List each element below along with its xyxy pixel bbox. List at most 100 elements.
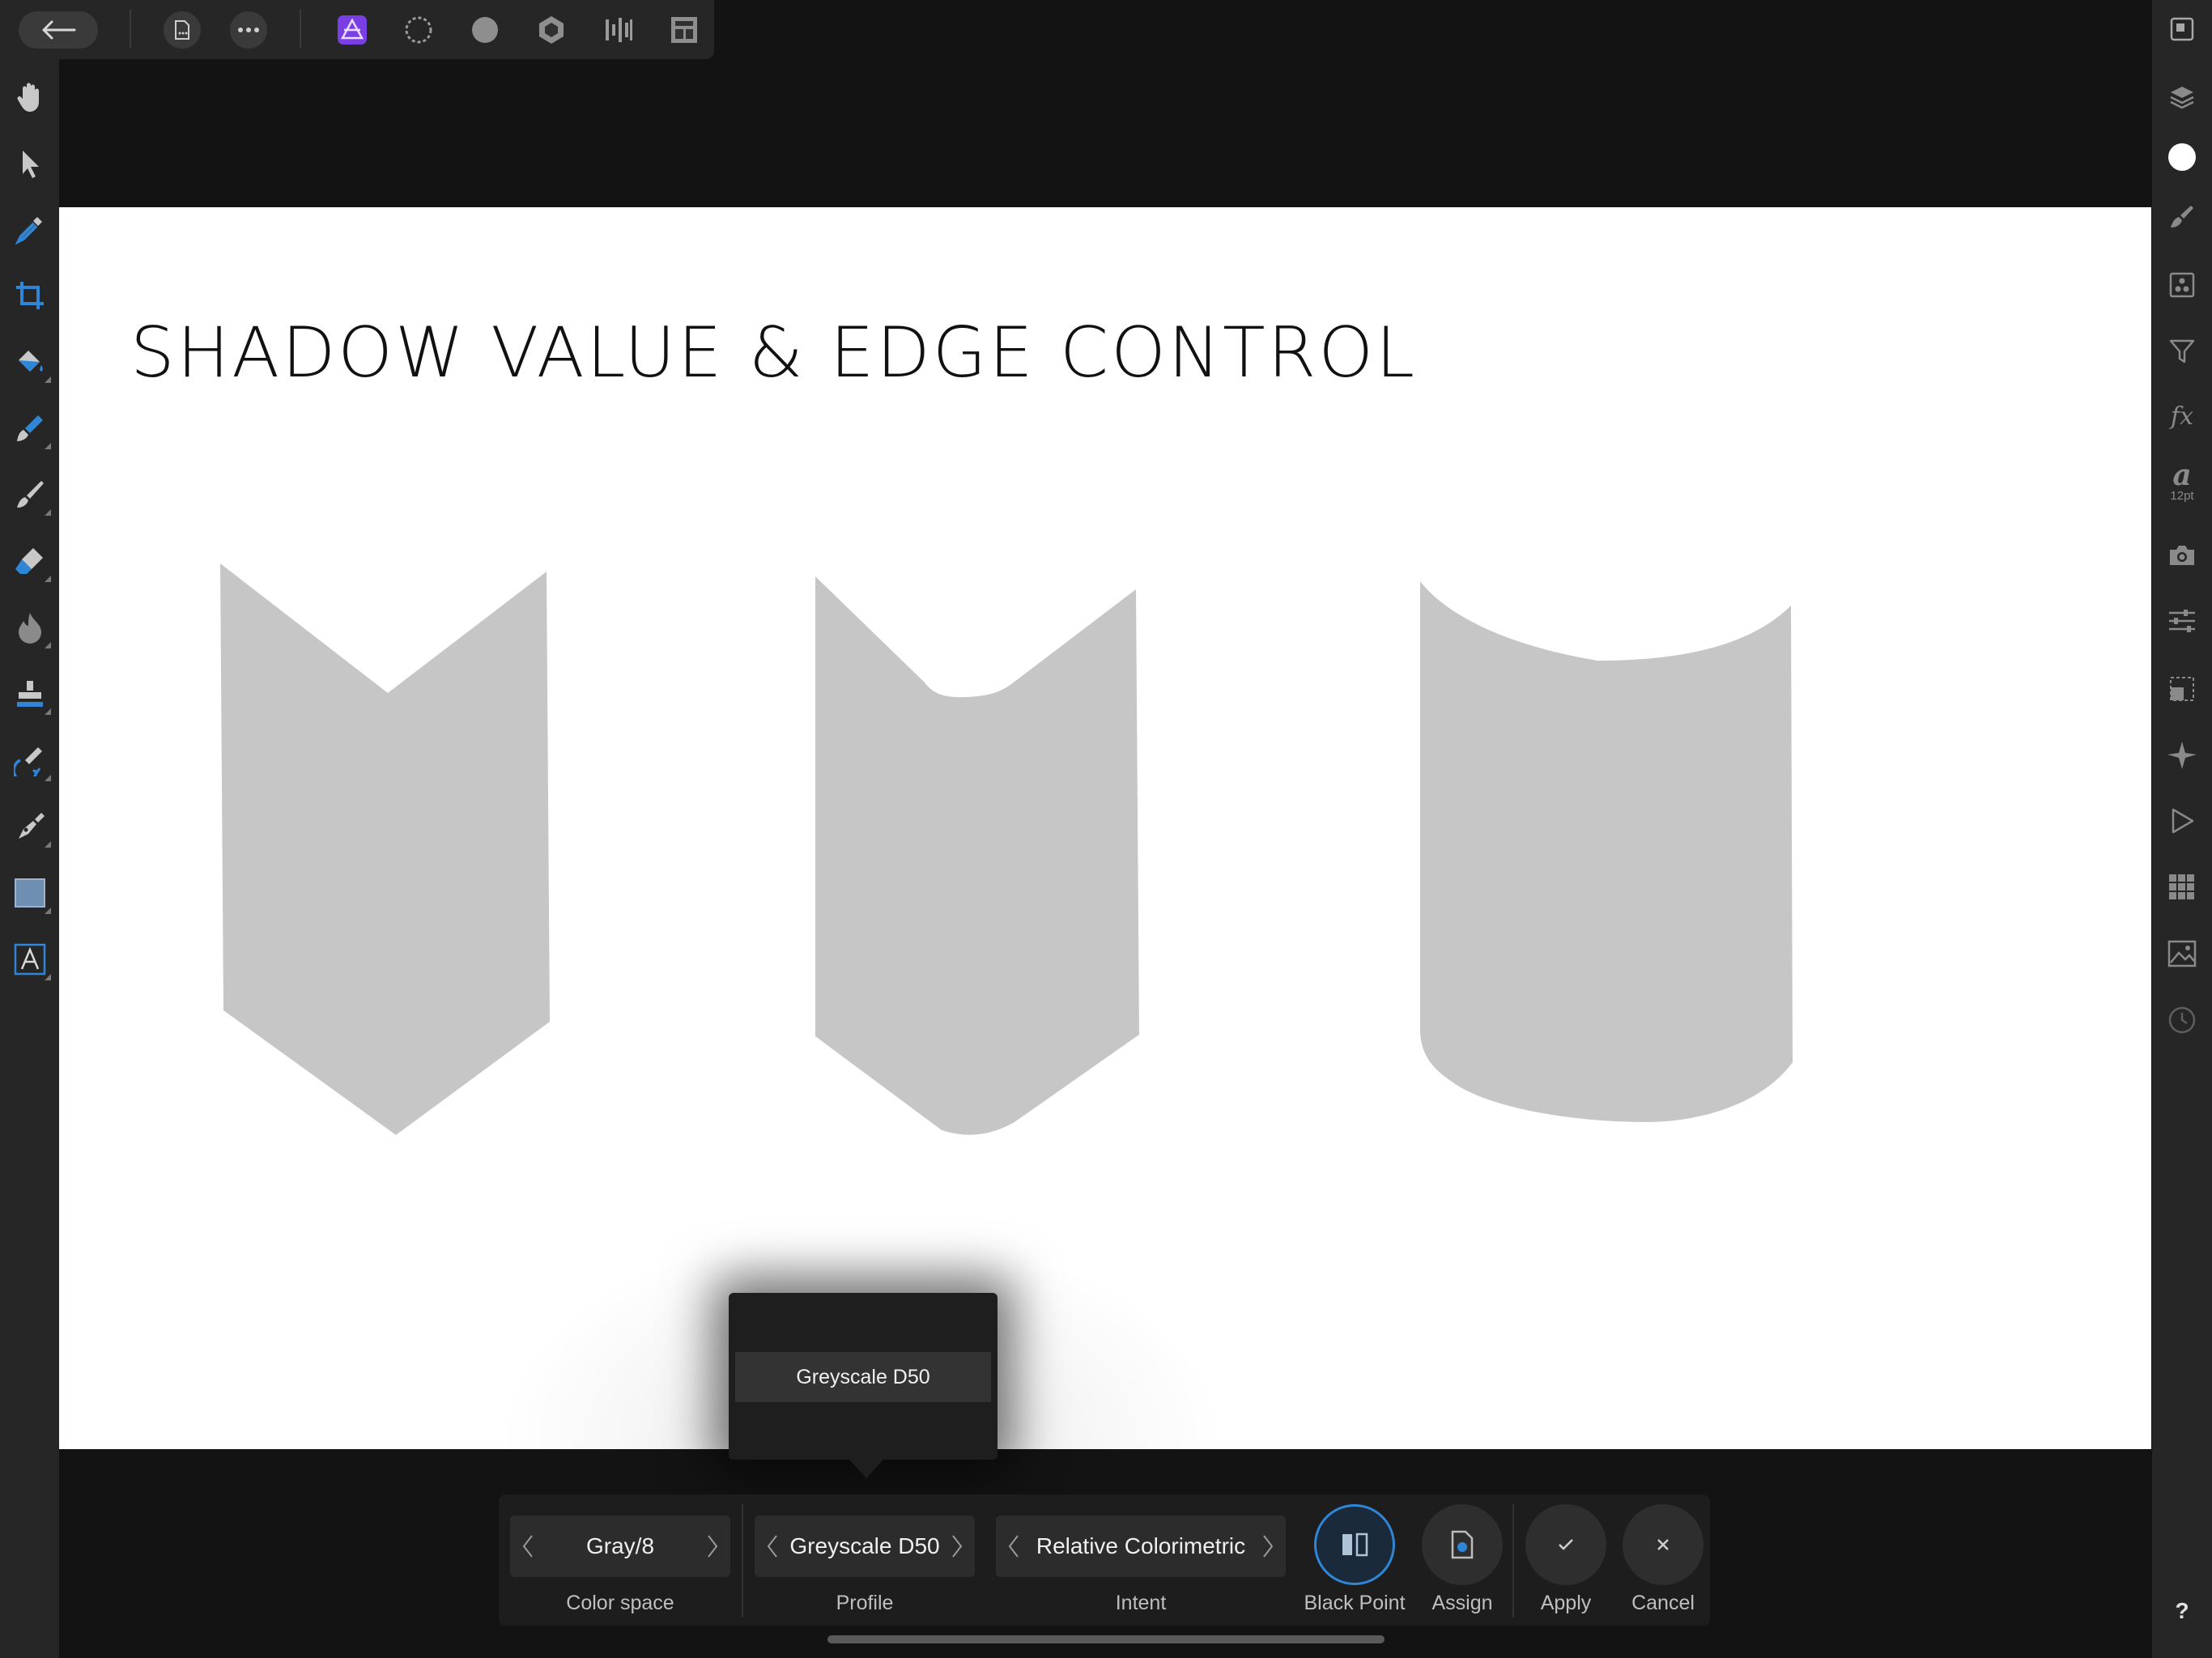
profile-stepper[interactable]: Greyscale D50 [755,1516,975,1577]
compass-icon [2167,742,2197,769]
clone-icon [16,681,43,707]
sliders-icon [2169,610,2195,632]
brushes-button[interactable] [2152,185,2212,249]
divider [300,10,301,49]
develop-persona-button[interactable] [465,0,505,59]
text-style-icon: a [2172,457,2192,492]
paint-brush-tool[interactable] [0,462,59,527]
filters-button[interactable] [2152,319,2212,384]
apply-button[interactable] [1525,1504,1606,1585]
next-color-space-button[interactable] [695,1516,730,1577]
help-label: ? [2175,1598,2189,1623]
transform-button[interactable] [2152,657,2212,721]
close-icon [1657,1539,1669,1550]
shape-sharp-chevron[interactable] [220,563,550,1135]
back-arrow-icon [19,11,98,49]
selection-brush-tool[interactable] [0,396,59,461]
text-styles-button[interactable]: a 12pt [2152,449,2212,514]
panorama-persona-button[interactable] [664,0,704,59]
color-space-label: Color space [566,1592,674,1614]
help-button[interactable]: ? [2152,1579,2212,1643]
develop-persona-icon [472,16,498,43]
export-persona-icon [606,17,632,42]
text-icon [14,943,45,976]
profile-label: Profile [836,1592,894,1614]
black-point-button[interactable] [1314,1504,1395,1585]
tool-flyout-indicator [45,642,51,648]
colour-button[interactable] [2152,125,2212,189]
rectangle-icon [14,878,45,908]
channels-button[interactable] [2152,921,2212,986]
intent-value: Relative Colorimetric [1036,1533,1246,1558]
tool-flyout-indicator [45,841,51,848]
crop-tool[interactable] [0,263,59,328]
chevron-left-icon [1008,1535,1019,1558]
next-intent-button[interactable] [1250,1516,1286,1577]
macros-button[interactable] [2152,789,2212,853]
assign-button[interactable] [1422,1504,1503,1585]
colour-swatch-icon [2168,143,2196,171]
document-button[interactable] [162,0,202,59]
cancel-button[interactable] [1623,1504,1704,1585]
grid-icon [2169,874,2194,899]
clone-tool[interactable] [0,661,59,726]
chevron-right-icon [708,1535,718,1558]
chevron-right-icon [952,1535,963,1558]
adjustments-icon [2169,272,2195,298]
dodge-tool[interactable] [0,595,59,660]
layers-button[interactable] [2152,65,2212,130]
prev-profile-button[interactable] [755,1516,789,1577]
tool-flyout-indicator [45,908,51,914]
tool-flyout-indicator [45,708,51,715]
pen-icon [18,813,45,839]
color-space-stepper[interactable]: Gray/8 [510,1516,730,1577]
context-toolbar [0,0,714,59]
photo-persona-button[interactable] [332,0,372,59]
filter-icon [2169,339,2195,363]
play-icon [2172,808,2194,834]
swatches-button[interactable] [2152,855,2212,920]
erase-brush-icon [15,548,43,574]
next-profile-button[interactable] [940,1516,975,1577]
panorama-persona-icon [671,16,697,43]
effects-button[interactable]: fx [2152,384,2212,449]
hand-tool[interactable] [0,65,59,130]
move-tool[interactable] [0,131,59,196]
color-picker-icon [15,217,42,244]
history-button[interactable] [2152,988,2212,1052]
navigator-icon [2170,17,2194,41]
export-persona-button[interactable] [598,0,638,59]
adjustments-button[interactable] [2152,253,2212,317]
erase-brush-tool[interactable] [0,529,59,593]
photo-persona-icon [338,15,367,45]
text-tool[interactable] [0,927,59,992]
back-button[interactable] [18,0,99,59]
rectangle-tool[interactable] [0,861,59,925]
navigator-button[interactable] [2152,0,2212,62]
color-picker-tool[interactable] [0,197,59,261]
more-button[interactable] [228,0,269,59]
shape-rounded-cylinder[interactable] [1419,581,1793,1122]
context-settings-button[interactable] [2152,589,2212,653]
fx-icon: fx [2170,402,2194,431]
apply-label: Apply [1540,1592,1592,1614]
flood-fill-tool[interactable] [0,329,59,394]
more-icon [230,11,267,49]
profile-option-greyscale-d50[interactable]: Greyscale D50 [735,1352,991,1402]
healing-tool[interactable] [0,728,59,793]
tone-mapping-persona-icon [539,15,564,44]
snapshots-button[interactable] [2152,523,2212,588]
prev-intent-button[interactable] [996,1516,1032,1577]
selection-brush-icon [16,415,43,441]
navigator-compass-button[interactable] [2152,722,2212,787]
prev-color-space-button[interactable] [510,1516,546,1577]
tool-flyout-indicator [45,775,51,781]
tool-flyout-indicator [45,974,51,980]
document-canvas[interactable]: SHADOW VALUE & EDGE CONTROL [59,207,2151,1449]
tone-mapping-persona-button[interactable] [531,0,572,59]
brushes-icon [2171,206,2193,227]
pen-tool[interactable] [0,794,59,859]
intent-stepper[interactable]: Relative Colorimetric [996,1516,1286,1577]
liquify-persona-button[interactable] [398,0,439,59]
shape-soft-chevron[interactable] [815,576,1139,1135]
